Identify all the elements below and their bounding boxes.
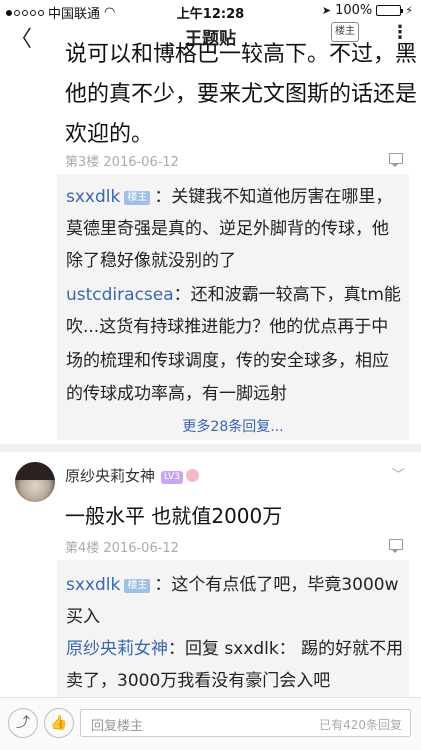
battery-percent: 100% xyxy=(335,3,373,18)
poster-info: 原纱央莉女神 LV3 xyxy=(65,465,199,486)
reply-text: 的传球成功率高，有一脚远射 xyxy=(66,384,287,404)
reply-text: 场的梳理和传球调度，传的安全球多，相应 xyxy=(66,351,389,371)
post-text: 一般水平 也就值2000万 xyxy=(65,504,283,528)
reply-list: sxxdlk 楼主 ：这个有点低了吧，毕竟3000w 买入 原纱央莉女神：回复 sx… xyxy=(57,560,409,698)
reply-count: 已有420条回复 xyxy=(319,718,402,732)
post-text-line: 说可以和博格巴一较高下。不过，黑 xyxy=(65,42,418,67)
reply-item[interactable]: ustcdiracsea：还和波霸一较高下，真tm能 xyxy=(66,280,401,305)
reply-text: ：这个有点低了吧，毕竟3000w xyxy=(154,575,399,595)
comment-icon[interactable] xyxy=(389,153,403,167)
post-text-line: 欢迎的。 xyxy=(65,122,154,147)
chevron-down-icon[interactable]: ﹀ xyxy=(392,464,405,483)
reply-text: ：还和波霸一较高下，真tm能 xyxy=(173,285,401,305)
reply-text: ：关键我不知道他厉害在哪里， xyxy=(154,187,393,207)
owner-tag: 楼主 xyxy=(124,579,151,593)
floor-meta: 第3楼 2016-06-12 xyxy=(65,155,179,170)
status-right: ➤ 100% ⚡ xyxy=(322,3,413,18)
poster-name[interactable]: 原纱央莉女神 xyxy=(65,467,155,485)
reply-item[interactable]: sxxdlk 楼主 ：这个有点低了吧，毕竟3000w xyxy=(66,570,399,595)
reply-text: 买入 xyxy=(66,607,100,627)
charging-icon: ⚡ xyxy=(405,4,413,17)
floor-divider xyxy=(0,444,421,452)
reply-text: ：回复 sxxdlk： 踢的好就不用 xyxy=(168,639,404,659)
battery-icon xyxy=(376,5,404,16)
share-icon[interactable]: ⤴ xyxy=(8,708,38,738)
reply-input[interactable]: 回复楼主 已有420条回复 xyxy=(80,709,411,737)
level-badge: LV3 xyxy=(161,471,183,484)
reply-username[interactable]: sxxdlk xyxy=(66,187,120,207)
bottom-bar: ⤴ 👍 回复楼主 已有420条回复 xyxy=(0,697,421,750)
thumbs-up-icon[interactable]: 👍 xyxy=(44,708,74,738)
avatar[interactable] xyxy=(15,462,55,502)
reply-list: sxxdlk 楼主 ：关键我不知道他厉害在哪里， 莫德里奇强是真的、逆足外脚背的传球… xyxy=(57,174,409,440)
comment-icon[interactable] xyxy=(389,539,403,553)
reply-username[interactable]: 原纱央莉女神 xyxy=(66,639,168,659)
reply-text: 莫德里奇强是真的、逆足外脚背的传球，他 xyxy=(66,219,389,239)
floor-meta: 第4楼 2016-06-12 xyxy=(65,541,179,556)
reply-text: 卖了，3000万我看没有豪门会入吧 xyxy=(66,671,331,691)
reply-placeholder: 回复楼主 xyxy=(91,719,144,734)
reply-text: 除了稳好像就没别的了 xyxy=(66,251,236,271)
location-icon: ➤ xyxy=(321,4,332,17)
female-icon xyxy=(185,469,199,482)
reply-text: 吹...这货有持球推进能力？他的优点再于中 xyxy=(66,317,389,337)
reply-item[interactable]: 原纱央莉女神：回复 sxxdlk： 踢的好就不用 xyxy=(66,634,403,659)
status-bar: 中国联通 ◠ 上午12:28 ➤ 100% ⚡ xyxy=(0,0,421,22)
post-text-line: 他的真不少，要来尤文图斯的话还是 xyxy=(65,82,418,107)
more-replies-link[interactable]: 更多28条回复... xyxy=(57,416,409,436)
reply-username[interactable]: sxxdlk xyxy=(66,575,120,595)
reply-username[interactable]: ustcdiracsea xyxy=(66,285,174,305)
owner-tag: 楼主 xyxy=(124,191,151,205)
reply-item[interactable]: sxxdlk 楼主 ：关键我不知道他厉害在哪里， xyxy=(66,182,392,207)
